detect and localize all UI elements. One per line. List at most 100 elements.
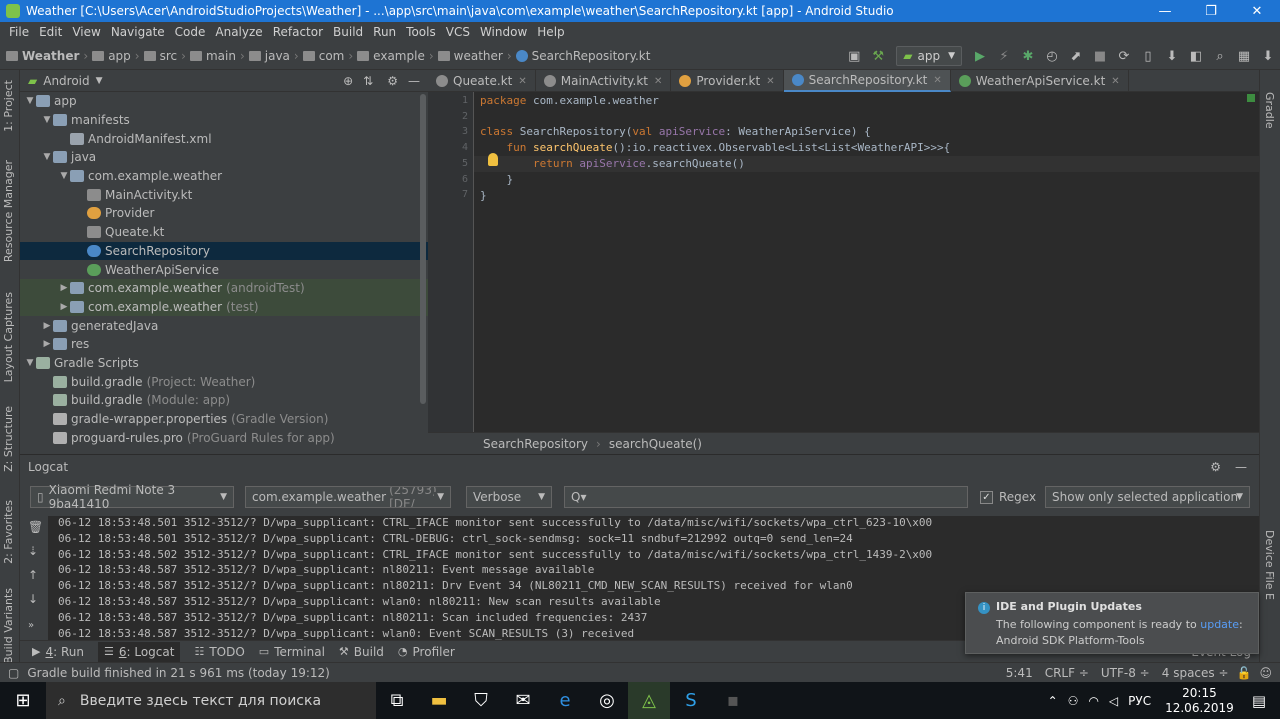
caret-position[interactable]: 5:41 — [1006, 666, 1033, 680]
apply-changes-icon[interactable]: ⚡ — [992, 45, 1016, 67]
editor-tab[interactable]: MainActivity.kt ✕ — [536, 70, 672, 92]
expand-arrow-icon[interactable]: ▼ — [41, 115, 53, 125]
device-select[interactable]: ▯ Xiaomi Redmi Note 3 9ba41410 ▼ — [30, 483, 234, 511]
breadcrumb-item[interactable]: example › — [357, 49, 434, 63]
file-explorer-icon[interactable]: ▬ — [418, 682, 460, 719]
menu-item-run[interactable]: Run — [373, 25, 396, 39]
file-encoding[interactable]: UTF-8 ÷ — [1101, 666, 1150, 680]
menu-item-tools[interactable]: Tools — [406, 25, 436, 39]
gear-icon[interactable]: ⚙ — [1210, 460, 1221, 474]
skype-icon[interactable]: S — [670, 682, 712, 719]
layout-inspector-icon[interactable]: ▦ — [1232, 45, 1256, 67]
expand-arrow-icon[interactable]: ▶ — [58, 283, 70, 293]
android-studio-taskbar-icon[interactable]: ◬ — [628, 682, 670, 719]
tab-build-variants[interactable]: Build Variants — [2, 588, 15, 664]
tree-item[interactable]: ▼ app — [20, 92, 428, 111]
scroll-to-end-icon[interactable]: ⇣ — [28, 544, 38, 558]
store-icon[interactable]: ⛉ — [460, 682, 502, 719]
close-tab-icon[interactable]: ✕ — [766, 76, 774, 87]
tab-resource-manager[interactable]: Resource Manager — [2, 160, 15, 262]
more-icon[interactable]: » — [28, 620, 34, 631]
chrome-icon[interactable]: ◎ — [586, 682, 628, 719]
hide-panel-icon[interactable]: — — [1235, 460, 1247, 474]
breadcrumb-item[interactable]: com › — [302, 49, 353, 63]
status-icon[interactable]: ▢ — [8, 666, 19, 680]
bottom-tab[interactable]: ▭ Terminal — [259, 645, 325, 659]
stop-icon[interactable]: ■ — [1088, 45, 1112, 67]
update-link[interactable]: update — [1200, 618, 1239, 631]
menu-item-navigate[interactable]: Navigate — [111, 25, 165, 39]
bottom-tab[interactable]: ⚒ Build — [339, 645, 384, 659]
tree-item[interactable]: ▶ generatedJava — [20, 316, 428, 335]
run-icon[interactable]: ▶ — [968, 45, 992, 67]
avd-manager-icon[interactable]: ▯ — [1136, 45, 1160, 67]
chevron-up-icon[interactable]: ⌃ — [1048, 694, 1058, 708]
attach-debugger-icon[interactable]: ⬈ — [1064, 45, 1088, 67]
bottom-tab[interactable]: ▶ 4: Run — [32, 645, 84, 659]
tree-item[interactable]: MainActivity.kt — [20, 185, 428, 204]
menu-item-edit[interactable]: Edit — [39, 25, 62, 39]
device-manager-icon[interactable]: ▣ — [842, 45, 866, 67]
tree-item[interactable]: ▼ Gradle Scripts — [20, 354, 428, 373]
tree-item[interactable]: SearchRepository — [20, 241, 428, 261]
editor-tab[interactable]: SearchRepository.kt ✕ — [783, 70, 951, 92]
breadcrumb-item[interactable]: src › — [143, 49, 186, 63]
tab-device-file-explorer[interactable]: Device File E — [1263, 530, 1276, 600]
taskbar-search[interactable]: ⌕ Введите здесь текст для поиска — [46, 682, 376, 719]
tree-item[interactable]: Provider — [20, 204, 428, 223]
inspector-icon[interactable]: ☺ — [1259, 666, 1272, 680]
android-profiler-icon[interactable]: ◧ — [1184, 45, 1208, 67]
expand-arrow-icon[interactable]: ▼ — [41, 152, 53, 162]
breadcrumb-class[interactable]: SearchRepository — [483, 437, 588, 451]
expand-arrow-icon[interactable]: ▼ — [58, 171, 70, 181]
tab-structure[interactable]: Z: Structure — [2, 406, 15, 472]
sdk-manager-icon[interactable]: ⬇ — [1160, 45, 1184, 67]
gear-icon[interactable]: ⚙ — [387, 74, 398, 88]
tab-layout-captures[interactable]: Layout Captures — [2, 292, 15, 382]
task-view-icon[interactable]: ⧉ — [376, 682, 418, 719]
process-select[interactable]: com.example.weather (25793) [DE/ ▼ — [245, 486, 451, 508]
tree-item[interactable]: ▶ com.example.weather (androidTest) — [20, 278, 428, 298]
app-icon[interactable]: ▪ — [712, 682, 754, 719]
log-level-select[interactable]: Verbose ▼ — [466, 486, 552, 508]
close-tab-icon[interactable]: ✕ — [1111, 76, 1119, 87]
breadcrumb-item[interactable]: weather › — [437, 49, 512, 63]
tab-project[interactable]: 1: Project — [2, 80, 15, 132]
breadcrumb-item[interactable]: Weather › — [6, 49, 88, 63]
editor-tab[interactable]: Provider.kt ✕ — [671, 70, 784, 92]
logcat-search-input[interactable]: Q▾ — [564, 486, 968, 508]
project-view-select[interactable]: Android — [43, 74, 89, 88]
expand-arrow-icon[interactable]: ▼ — [24, 358, 36, 368]
windows-start-icon[interactable]: ⊞ — [0, 682, 46, 719]
run-config-select[interactable]: ▰ app ▼ — [896, 46, 962, 66]
network-icon[interactable]: ⚇ — [1068, 694, 1079, 708]
tree-item[interactable]: proguard-rules.pro (ProGuard Rules for ap… — [20, 428, 428, 447]
expand-arrow-icon[interactable]: ▶ — [41, 321, 53, 331]
menu-item-help[interactable]: Help — [537, 25, 564, 39]
arrow-up-icon[interactable]: ↑ — [28, 568, 38, 582]
sync-gradle-icon[interactable]: ⟳ — [1112, 45, 1136, 67]
tree-item[interactable]: ▼ java — [20, 148, 428, 167]
menu-item-window[interactable]: Window — [480, 25, 527, 39]
breadcrumb-function[interactable]: searchQueate() — [609, 437, 702, 451]
menu-item-build[interactable]: Build — [333, 25, 363, 39]
tree-item[interactable]: Queate.kt — [20, 223, 428, 242]
bottom-tab[interactable]: ☷ TODO — [194, 645, 244, 659]
chevron-down-icon[interactable]: ▼ — [96, 76, 103, 86]
menu-item-refactor[interactable]: Refactor — [273, 25, 323, 39]
search-icon[interactable]: ⌕ — [1208, 45, 1232, 67]
hide-panel-icon[interactable]: — — [408, 74, 420, 88]
tree-item[interactable]: ▶ res — [20, 335, 428, 354]
sdk-download-icon[interactable]: ⬇ — [1256, 45, 1280, 67]
lock-icon[interactable]: 🔓 — [1237, 666, 1252, 680]
inspection-ok-icon[interactable] — [1247, 94, 1255, 102]
tree-item[interactable]: ▼ manifests — [20, 111, 428, 130]
breadcrumb-item[interactable]: SearchRepository.kt — [515, 49, 650, 63]
expand-arrow-icon[interactable]: ▶ — [41, 339, 53, 349]
tree-item[interactable]: AndroidManifest.xml — [20, 129, 428, 148]
minimize-button[interactable]: — — [1142, 0, 1188, 22]
menu-item-code[interactable]: Code — [175, 25, 206, 39]
close-tab-icon[interactable]: ✕ — [518, 76, 526, 87]
volume-icon[interactable]: ◁ — [1109, 694, 1118, 708]
menu-item-view[interactable]: View — [72, 25, 100, 39]
